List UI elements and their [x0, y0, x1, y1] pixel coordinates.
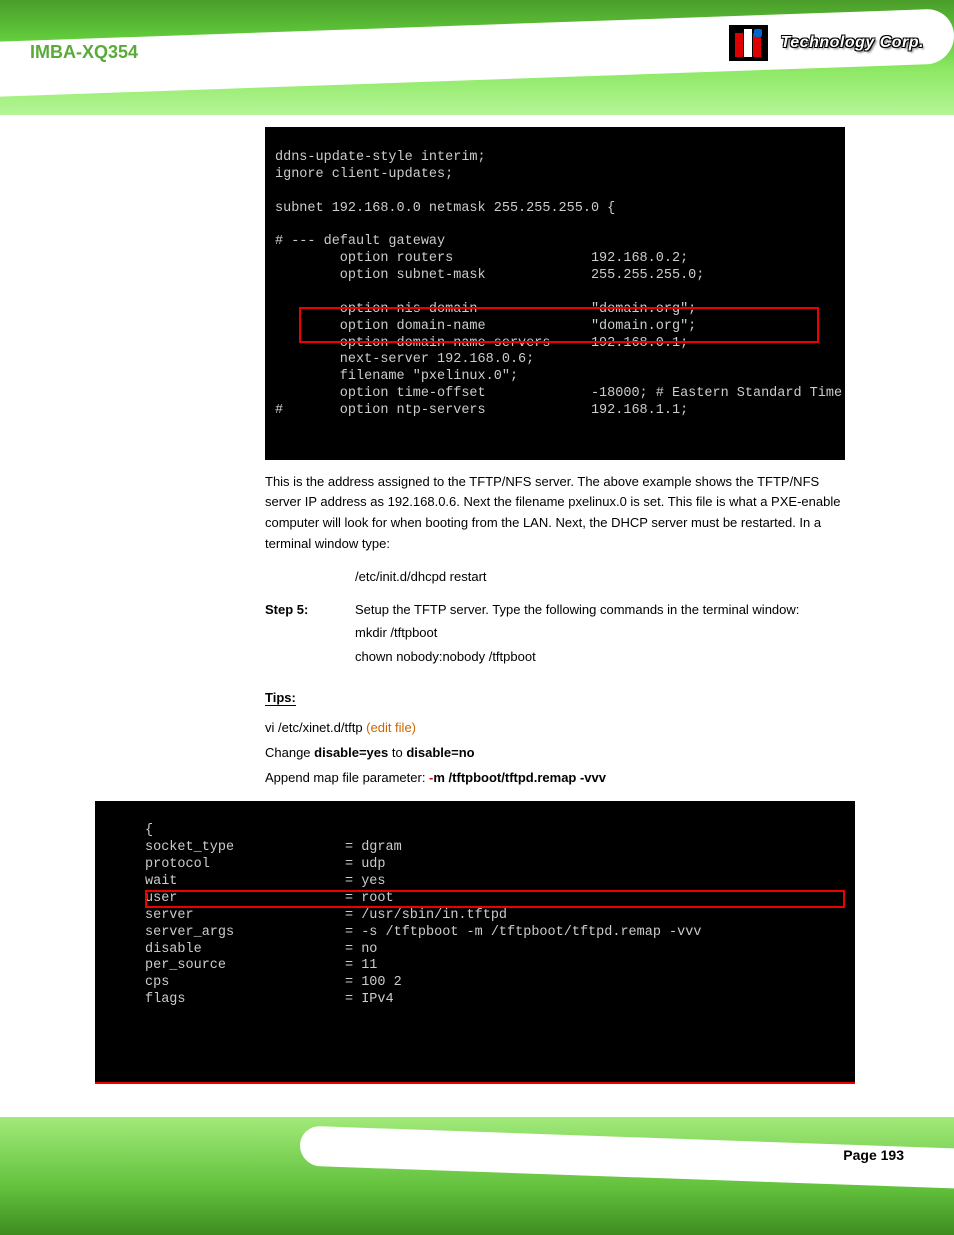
- step-text: Setup the TFTP server. Type the followin…: [355, 602, 845, 617]
- term-line: # --- default gateway: [275, 234, 445, 249]
- v: = yes: [345, 874, 386, 891]
- k: user: [145, 891, 345, 908]
- k: server_args: [145, 925, 345, 942]
- term-line: ignore client-updates;: [275, 167, 453, 182]
- brand-logo-block: ® Technology Corp.: [729, 25, 924, 61]
- xinetd-config-terminal: { socket_type= dgramprotocol= udpwait= y…: [95, 801, 855, 1083]
- page-content: ddns-update-style interim; ignore client…: [0, 127, 954, 1083]
- tips-append-line: Append map file parameter: -m /tftpboot/…: [265, 768, 859, 789]
- term-line: option subnet-mask 255.255.255.0;: [275, 268, 704, 283]
- v: = no: [345, 942, 377, 959]
- step-5-row: Step 5: Setup the TFTP server. Type the …: [265, 602, 845, 617]
- txt: to: [388, 745, 406, 760]
- k: server: [145, 908, 345, 925]
- v: = dgram: [345, 840, 402, 857]
- txt-bold: m /tftpboot/tftpd.remap -vvv: [433, 770, 606, 785]
- v: = 100 2: [345, 975, 402, 992]
- v: = root: [345, 891, 394, 908]
- k: socket_type: [145, 840, 345, 857]
- command-line: mkdir /tftpboot: [355, 623, 859, 644]
- k: protocol: [145, 857, 345, 874]
- term-line: next-server 192.168.0.6;: [275, 352, 534, 367]
- iei-logo-icon: [729, 25, 768, 61]
- dhcp-config-terminal: ddns-update-style interim; ignore client…: [265, 127, 845, 460]
- red-underline-decor: [95, 1082, 855, 1084]
- k: disable: [145, 942, 345, 959]
- term-line: option domain-name-servers 192.168.0.1;: [275, 336, 688, 351]
- term-line: option time-offset -18000; # Eastern Sta…: [275, 386, 842, 401]
- v: = 11: [345, 958, 377, 975]
- term-line: option domain-name "domain.org";: [275, 319, 696, 334]
- registered-mark: ®: [770, 49, 778, 61]
- footer-banner: Page 193: [0, 1117, 954, 1235]
- v: = IPv4: [345, 992, 394, 1009]
- txt-bold: disable=no: [406, 745, 474, 760]
- page-number: Page 193: [843, 1147, 904, 1163]
- tips-file-cmd: vi /etc/xinet.d/tftp: [265, 720, 366, 735]
- tips-file-note: (edit file): [366, 720, 416, 735]
- v: = udp: [345, 857, 386, 874]
- tips-label: Tips:: [265, 690, 296, 706]
- k: flags: [145, 992, 345, 1009]
- term-line: option routers 192.168.0.2;: [275, 251, 688, 266]
- product-name: IMBA-XQ354: [30, 42, 138, 63]
- k: per_source: [145, 958, 345, 975]
- term-line: filename "pxelinux.0";: [275, 369, 518, 384]
- tips-change-line: Change disable=yes to disable=no: [265, 743, 859, 764]
- term-line: option nis-domain "domain.org";: [275, 302, 696, 317]
- v: = /usr/sbin/in.tftpd: [345, 908, 507, 925]
- term-line: ddns-update-style interim;: [275, 150, 486, 165]
- brand-text: Technology Corp.: [781, 34, 924, 52]
- k: cps: [145, 975, 345, 992]
- header-banner: IMBA-XQ354 ® Technology Corp.: [0, 0, 954, 115]
- txt-bold: disable=yes: [314, 745, 388, 760]
- explanation-paragraph: This is the address assigned to the TFTP…: [265, 472, 845, 555]
- k: wait: [145, 874, 345, 891]
- step-label: Step 5:: [265, 602, 355, 617]
- v: = -s /tftpboot -m /tftpboot/tftpd.remap …: [345, 925, 701, 942]
- term-line: # option ntp-servers 192.168.1.1;: [275, 403, 688, 418]
- command-line: chown nobody:nobody /tftpboot: [355, 647, 859, 668]
- command-line: /etc/init.d/dhcpd restart: [355, 567, 859, 588]
- txt: Append map file parameter:: [265, 770, 429, 785]
- tips-file-line: vi /etc/xinet.d/tftp (edit file): [265, 718, 859, 739]
- term-line: subnet 192.168.0.0 netmask 255.255.255.0…: [275, 201, 615, 216]
- txt: Change: [265, 745, 314, 760]
